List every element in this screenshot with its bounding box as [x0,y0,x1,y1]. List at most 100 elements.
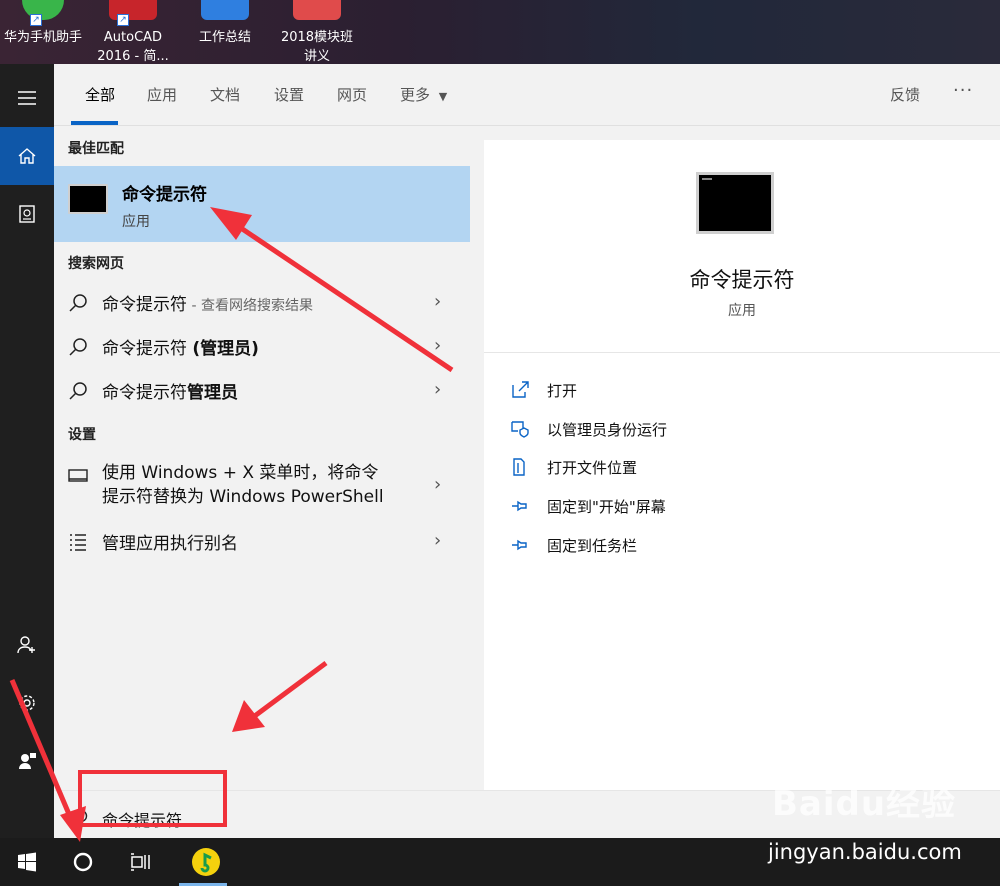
settings-header: 设置 [68,427,96,443]
settings-button[interactable] [0,674,54,732]
web-result-main: 命令提示符 [102,295,187,315]
pin-icon [512,500,527,512]
start-button[interactable] [0,838,54,886]
settings-result-text: 管理应用执行别名 [102,534,238,554]
document-icon [293,0,341,20]
notebook-icon [19,205,35,223]
best-match-item[interactable]: 命令提示符 应用 [54,166,470,242]
shortcut-arrow-icon: ↗ [30,14,42,26]
desktop-icon-label: 工作总结 [198,30,251,45]
taskbar-app-qqmusic[interactable] [179,838,233,886]
feedback-hub-button[interactable] [0,732,54,790]
task-view-icon [131,853,150,871]
music-app-icon [192,848,220,876]
search-icon [69,294,87,312]
caret-down-icon: ▼ [438,90,448,103]
preview-title: 命令提示符 [689,268,795,292]
desktop-area: ↗ 华为手机助手 ↗ AutoCAD 2016 - 简... 工作总结 2018… [0,0,1000,64]
chevron-right-icon[interactable]: › [434,335,441,356]
search-panel: 全部 应用 文档 设置 网页 更多 ▼ 反馈 ··· 最佳匹配 命令提示符 应用… [54,64,1000,838]
desktop-icon-label: 2018模块班 [280,30,354,45]
desktop-icon-label: 华为手机助手 [3,30,82,45]
settings-result-item[interactable]: 使用 Windows + X 菜单时，将命令 提示符替换为 Windows Po… [54,456,470,514]
best-match-header: 最佳匹配 [68,141,124,157]
chevron-right-icon[interactable]: › [434,474,441,495]
desktop-icon-label-line2: 2016 - 简... [97,49,169,64]
hamburger-icon [18,91,36,105]
best-match-subtitle: 应用 [122,214,150,230]
more-options-button[interactable]: ··· [953,80,973,101]
action-label: 打开 [547,382,578,400]
tab-web[interactable]: 网页 [337,84,367,105]
web-result-suffix: 管理员 [187,383,238,403]
chevron-right-icon[interactable]: › [434,291,441,312]
action-open-file-location[interactable]: 打开文件位置 [510,453,910,483]
desktop-icon-label: AutoCAD [103,30,163,45]
web-result-main: 命令提示符 [102,339,193,359]
command-prompt-icon [68,184,108,214]
search-tab-bar: 全部 应用 文档 设置 网页 更多 ▼ 反馈 ··· [54,64,1000,126]
chevron-right-icon[interactable]: › [434,379,441,400]
desktop-icon-label-line2: 讲义 [303,49,330,64]
desktop-icon-work-summary[interactable]: 工作总结 [180,0,270,47]
settings-result-line2: 提示符替换为 Windows PowerShell [102,487,384,507]
hamburger-menu-button[interactable] [0,69,54,127]
annotation-highlight-box [78,770,227,827]
start-left-rail [0,64,54,838]
search-icon [69,338,87,356]
feedback-link[interactable]: 反馈 [890,84,920,105]
web-result-item[interactable]: 命令提示符 - 查看网络搜索结果 › [54,281,470,325]
gear-icon [19,695,35,711]
action-pin-to-start[interactable]: 固定到"开始"屏幕 [510,492,910,522]
preview-pane: 命令提示符 应用 打开 以管理员身份运行 打开文件位置 固定到"开始"屏幕 固定… [484,140,1000,790]
settings-result-line1: 使用 Windows + X 菜单时，将命令 [102,463,379,483]
desktop-icon-huawei-assistant[interactable]: ↗ 华为手机助手 [0,0,88,47]
notebook-button[interactable] [0,185,54,243]
action-label: 以管理员身份运行 [547,421,668,439]
web-result-text: 命令提示符 (管理员) [102,334,259,359]
app-icon: ↗ [109,0,157,26]
chevron-right-icon[interactable]: › [434,530,441,551]
open-icon [512,381,529,398]
watermark-url: jingyan.baidu.com [768,840,962,864]
shield-icon [511,421,529,438]
tab-more[interactable]: 更多 ▼ [400,84,447,105]
home-button[interactable] [0,127,54,185]
action-run-as-admin[interactable]: 以管理员身份运行 [510,415,910,445]
web-result-suffix: - 查看网络搜索结果 [187,298,313,314]
home-icon [18,148,36,164]
web-result-item[interactable]: 命令提示符 (管理员) › [54,325,470,369]
tab-all[interactable]: 全部 [85,84,115,105]
action-label: 固定到任务栏 [547,537,638,555]
action-open[interactable]: 打开 [510,376,910,406]
settings-result-item[interactable]: 管理应用执行别名 › [54,520,470,564]
person-feedback-icon [19,753,36,769]
pin-icon [512,539,527,551]
web-result-item[interactable]: 命令提示符管理员 › [54,369,470,413]
search-web-header: 搜索网页 [68,256,124,272]
windows-logo-icon [18,852,36,872]
desktop-icon-autocad[interactable]: ↗ AutoCAD 2016 - 简... [88,0,178,64]
tab-apps[interactable]: 应用 [147,84,177,105]
baidu-logo: Baidu经验 [772,784,957,824]
task-view-button[interactable] [114,838,168,886]
search-icon [69,382,87,400]
action-pin-to-taskbar[interactable]: 固定到任务栏 [510,531,910,561]
cortana-search-button[interactable] [56,838,110,886]
web-result-text: 命令提示符管理员 [102,378,238,403]
preview-subtitle: 应用 [728,303,756,319]
action-label: 打开文件位置 [547,459,638,477]
tab-documents[interactable]: 文档 [210,84,240,105]
taskbar-settings-icon [68,469,88,482]
document-icon [201,0,249,20]
list-settings-icon [70,534,86,551]
file-location-icon [513,458,525,476]
account-button[interactable] [0,616,54,674]
command-prompt-icon [696,172,774,234]
tab-settings[interactable]: 设置 [274,84,304,105]
divider [484,352,1000,353]
web-result-suffix: (管理员) [192,339,259,359]
cortana-circle-icon [73,852,93,872]
desktop-icon-2018-notes[interactable]: 2018模块班 讲义 [272,0,362,64]
best-match-title: 命令提示符 [122,185,207,205]
